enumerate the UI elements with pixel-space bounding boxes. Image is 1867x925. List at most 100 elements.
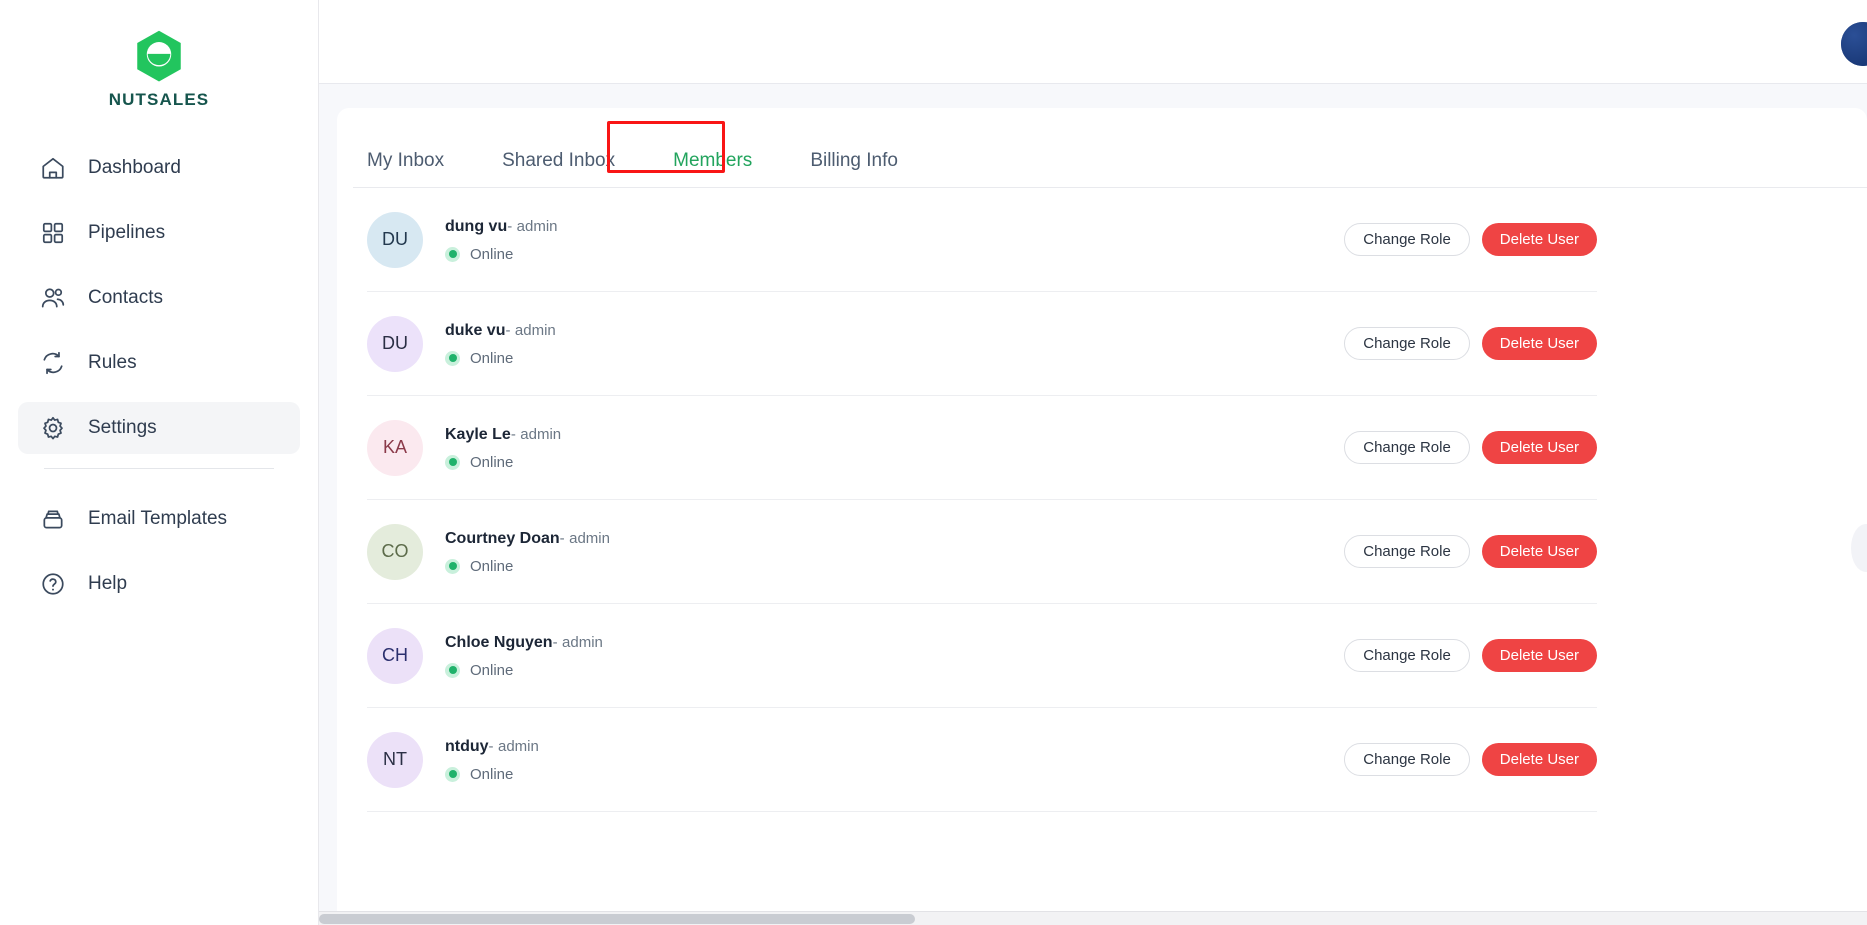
main-area: My Inbox Shared Inbox Members Billing In… <box>319 0 1867 925</box>
member-row: CO Courtney Doan- admin Online Change Role D… <box>367 500 1597 604</box>
sidebar-item-email-templates[interactable]: Email Templates <box>18 493 300 545</box>
sidebar-item-contacts[interactable]: Contacts <box>18 272 300 324</box>
delete-user-button[interactable]: Delete User <box>1481 743 1597 776</box>
delete-user-button[interactable]: Delete User <box>1481 223 1597 256</box>
member-name: dung vu <box>445 217 508 235</box>
member-role-separator: - <box>505 321 511 339</box>
member-status: Online <box>445 662 1344 679</box>
delete-user-button[interactable]: Delete User <box>1481 535 1597 568</box>
member-actions: Change Role Delete User <box>1344 639 1597 672</box>
member-info: duke vu- admin Online <box>445 321 1344 367</box>
member-info: ntduy- admin Online <box>445 737 1344 783</box>
sidebar: NUTSALES Dashboard Pipelines Contacts Ru… <box>0 0 319 925</box>
brand-logo[interactable]: NUTSALES <box>0 0 318 110</box>
settings-card: My Inbox Shared Inbox Members Billing In… <box>337 108 1867 925</box>
user-avatar[interactable] <box>1841 22 1867 66</box>
member-status: Online <box>445 350 1344 367</box>
avatar-initials: CO <box>381 541 409 561</box>
brand-wordmark: NUTSALES <box>108 90 210 109</box>
member-info: Kayle Le- admin Online <box>445 425 1344 471</box>
online-status-icon <box>445 662 460 678</box>
member-actions: Change Role Delete User <box>1344 535 1597 568</box>
tab-my-inbox[interactable]: My Inbox <box>353 150 458 188</box>
grid-icon <box>40 220 66 246</box>
member-row: DU duke vu- admin Online Change Role Delete … <box>367 292 1597 396</box>
tab-label: Members <box>673 150 753 171</box>
tab-bar: My Inbox Shared Inbox Members Billing In… <box>337 108 1867 188</box>
scrollbar-thumb[interactable] <box>319 914 915 924</box>
member-row: DU dung vu- admin Online Change Role Delete … <box>367 188 1597 292</box>
member-status-label: Online <box>470 245 514 263</box>
tab-label: Shared Inbox <box>502 150 616 171</box>
change-role-button[interactable]: Change Role <box>1344 639 1470 672</box>
tab-label: My Inbox <box>367 150 445 171</box>
member-status: Online <box>445 558 1344 575</box>
tab-underline <box>353 187 1867 188</box>
member-role: admin <box>569 529 610 547</box>
member-status-label: Online <box>470 765 514 783</box>
member-status: Online <box>445 454 1344 471</box>
member-status-label: Online <box>470 661 514 679</box>
change-role-button[interactable]: Change Role <box>1344 431 1470 464</box>
member-avatar: DU <box>367 315 423 372</box>
content-area: My Inbox Shared Inbox Members Billing In… <box>319 84 1867 925</box>
user-avatar-image <box>1841 22 1867 66</box>
member-row: NT ntduy- admin Online Change Role Delete Us… <box>367 708 1597 812</box>
member-role: admin <box>516 217 558 235</box>
horizontal-scrollbar[interactable] <box>319 911 1867 925</box>
member-name: duke vu <box>445 321 506 339</box>
tab-shared-inbox[interactable]: Shared Inbox <box>488 150 629 188</box>
member-avatar: NT <box>367 731 423 788</box>
member-name-line: Chloe Nguyen- admin <box>445 633 1344 653</box>
change-role-button[interactable]: Change Role <box>1344 327 1470 360</box>
online-status-icon <box>445 350 460 366</box>
member-role: admin <box>498 737 539 755</box>
people-icon <box>40 285 66 311</box>
refresh-icon <box>40 350 66 376</box>
change-role-button[interactable]: Change Role <box>1344 743 1470 776</box>
member-role: admin <box>562 633 603 651</box>
member-role-separator: - <box>552 633 558 651</box>
member-row: CH Chloe Nguyen- admin Online Change Role De… <box>367 604 1597 708</box>
sidebar-divider <box>44 468 274 469</box>
online-status-icon <box>445 246 460 262</box>
member-name-line: ntduy- admin <box>445 737 1344 757</box>
sidebar-item-rules[interactable]: Rules <box>18 337 300 389</box>
member-row: KA Kayle Le- admin Online Change Role Delete… <box>367 396 1597 500</box>
sidebar-item-dashboard[interactable]: Dashboard <box>18 142 300 194</box>
member-info: Chloe Nguyen- admin Online <box>445 633 1344 679</box>
member-name: Courtney Doan <box>445 529 560 547</box>
tab-members[interactable]: Members <box>659 150 766 188</box>
member-name-line: duke vu- admin <box>445 321 1344 341</box>
member-role-separator: - <box>488 737 494 755</box>
member-role: admin <box>520 425 562 443</box>
member-status-label: Online <box>470 453 514 471</box>
sidebar-item-label: Settings <box>88 417 157 438</box>
change-role-button[interactable]: Change Role <box>1344 535 1470 568</box>
delete-user-button[interactable]: Delete User <box>1481 639 1597 672</box>
member-avatar: DU <box>367 211 423 268</box>
sidebar-nav: Dashboard Pipelines Contacts Rules Setti… <box>0 142 318 610</box>
avatar-initials: CH <box>382 645 408 665</box>
member-status: Online <box>445 246 1344 263</box>
sidebar-item-pipelines[interactable]: Pipelines <box>18 207 300 259</box>
change-role-button[interactable]: Change Role <box>1344 223 1470 256</box>
member-status-label: Online <box>470 557 514 575</box>
avatar-initials: DU <box>382 333 408 353</box>
member-actions: Change Role Delete User <box>1344 327 1597 360</box>
sidebar-item-label: Email Templates <box>88 508 228 529</box>
sidebar-item-help[interactable]: Help <box>18 558 300 610</box>
delete-user-button[interactable]: Delete User <box>1481 327 1597 360</box>
member-info: Courtney Doan- admin Online <box>445 529 1344 575</box>
member-name: ntduy <box>445 737 489 755</box>
delete-user-button[interactable]: Delete User <box>1481 431 1597 464</box>
online-status-icon <box>445 558 460 574</box>
member-role: admin <box>514 321 556 339</box>
member-role-separator: - <box>510 425 516 443</box>
tab-billing-info[interactable]: Billing Info <box>796 150 912 188</box>
top-header <box>319 0 1867 84</box>
app-root: NUTSALES Dashboard Pipelines Contacts Ru… <box>0 0 1867 925</box>
sidebar-item-settings[interactable]: Settings <box>18 402 300 454</box>
member-name-line: dung vu- admin <box>445 217 1344 237</box>
gear-icon <box>40 415 66 441</box>
